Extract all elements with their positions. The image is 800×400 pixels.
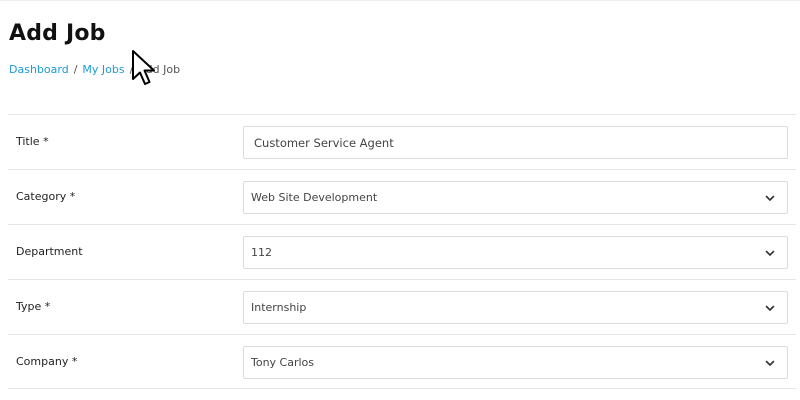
breadcrumb-separator: / <box>129 63 134 76</box>
chevron-down-icon <box>765 305 775 311</box>
type-selected-value: Internship <box>251 301 307 314</box>
title-label: Title * <box>16 135 49 148</box>
department-label: Department <box>16 245 83 258</box>
breadcrumb-link-dashboard[interactable]: Dashboard <box>9 63 69 76</box>
chevron-down-icon <box>765 360 775 366</box>
add-job-form: Title * Category * Web Site Development … <box>8 114 796 389</box>
category-select[interactable]: Web Site Development <box>243 181 788 214</box>
company-select[interactable]: Tony Carlos <box>243 346 788 379</box>
page-title: Add Job <box>9 21 106 46</box>
breadcrumb-link-my-jobs[interactable]: My Jobs <box>82 63 124 76</box>
department-select[interactable]: 112 <box>243 236 788 269</box>
chevron-down-icon <box>765 195 775 201</box>
breadcrumb: Dashboard / My Jobs / Add Job <box>9 63 180 76</box>
top-divider <box>0 0 800 1</box>
department-selected-value: 112 <box>251 246 272 259</box>
type-select[interactable]: Internship <box>243 291 788 324</box>
form-row-type: Type * Internship <box>8 279 796 334</box>
breadcrumb-separator: / <box>73 63 78 76</box>
breadcrumb-current: Add Job <box>138 63 181 76</box>
company-label: Company * <box>16 355 78 368</box>
title-input[interactable] <box>243 126 788 159</box>
form-row-company: Company * Tony Carlos <box>8 334 796 389</box>
category-label: Category * <box>16 190 76 203</box>
type-label: Type * <box>16 300 51 313</box>
company-selected-value: Tony Carlos <box>251 356 315 369</box>
form-row-department: Department 112 <box>8 224 796 279</box>
form-row-category: Category * Web Site Development <box>8 169 796 224</box>
category-selected-value: Web Site Development <box>251 191 378 204</box>
form-row-title: Title * <box>8 114 796 169</box>
chevron-down-icon <box>765 250 775 256</box>
